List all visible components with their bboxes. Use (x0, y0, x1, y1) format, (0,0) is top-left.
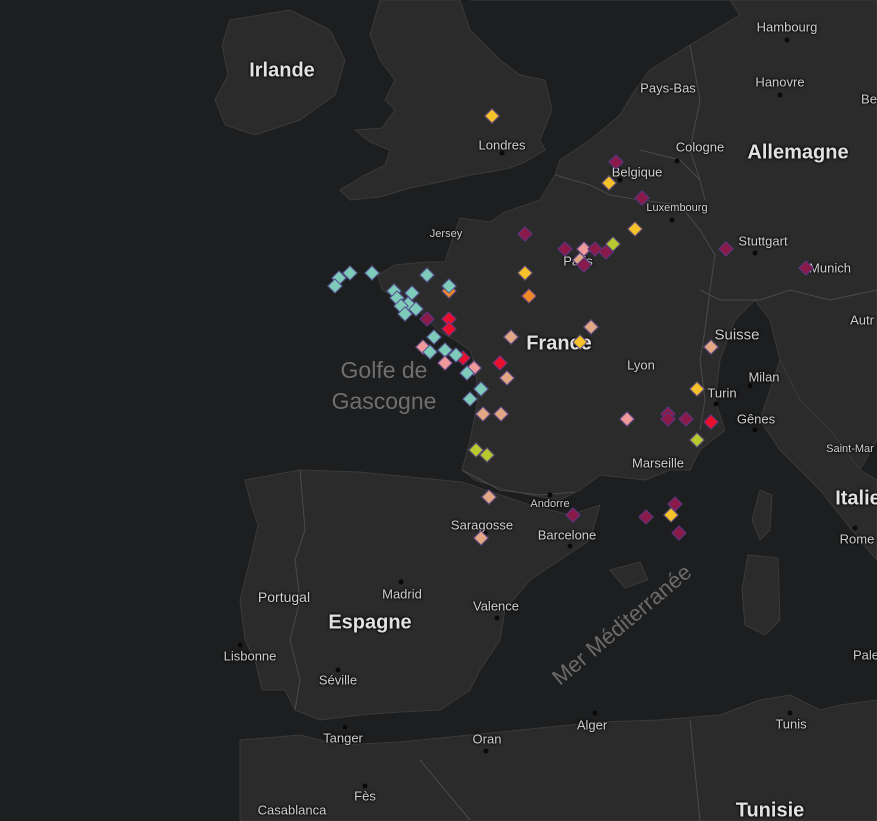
city-dot-andorre (547, 492, 553, 498)
basemap (0, 0, 877, 821)
city-dot-barcelone (567, 543, 573, 549)
city-dot-turin (713, 401, 719, 407)
city-dot-rome (852, 525, 858, 531)
city-dot-milan (747, 383, 753, 389)
city-dot-cologne (674, 158, 680, 164)
city-dot-luxembourg (669, 217, 675, 223)
city-dot-lisbonne (237, 642, 243, 648)
city-dot-alger (592, 710, 598, 716)
city-dot-seville (335, 667, 341, 673)
city-dot-tunis (787, 710, 793, 716)
city-dot-londres (499, 150, 505, 156)
city-dot-genes (752, 427, 758, 433)
map-viewport[interactable]: Golfe de Gascogne Mer Méditerranée Irlan… (0, 0, 877, 821)
city-dot-valence (494, 615, 500, 621)
city-dot-hanovre (777, 92, 783, 98)
city-dot-belgique (617, 177, 623, 183)
city-dot-fes (362, 783, 368, 789)
city-dot-oran (483, 748, 489, 754)
city-dot-tanger (342, 724, 348, 730)
land-sardinia (741, 554, 781, 636)
city-dot-madrid (398, 579, 404, 585)
city-dot-hambourg (784, 37, 790, 43)
city-dot-stuttgart (752, 250, 758, 256)
